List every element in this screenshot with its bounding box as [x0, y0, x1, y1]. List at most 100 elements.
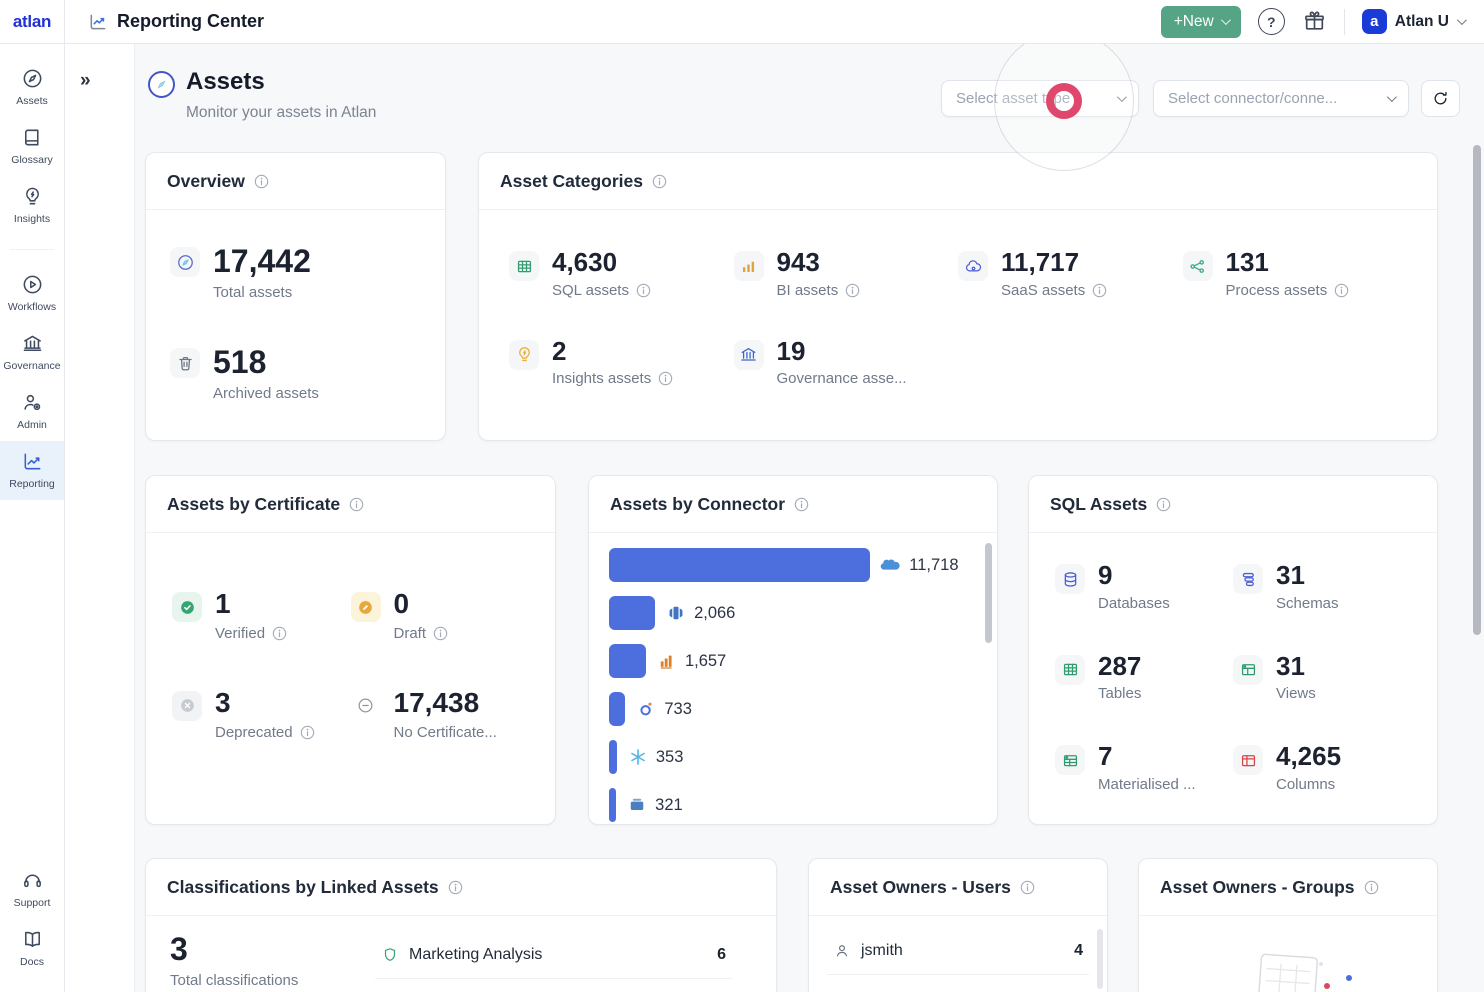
- reporting-chart-icon: [88, 12, 108, 32]
- refresh-button[interactable]: [1421, 80, 1460, 117]
- owner-user-row[interactable]: jsmith 4: [827, 928, 1089, 975]
- sidebar-item-support[interactable]: Support: [0, 860, 64, 919]
- info-icon[interactable]: [433, 626, 448, 641]
- aws-connector-icon: [656, 650, 678, 672]
- gift-icon[interactable]: [1302, 9, 1327, 34]
- info-icon[interactable]: [1156, 497, 1171, 512]
- connector-bar[interactable]: [609, 788, 616, 822]
- sidebar-item-reporting[interactable]: Reporting: [0, 441, 64, 500]
- stat-value: 7: [1098, 742, 1196, 771]
- info-icon[interactable]: [658, 371, 673, 386]
- divider: [1344, 9, 1345, 35]
- info-icon[interactable]: [300, 725, 315, 740]
- classification-row[interactable]: Marketing Analysis 6: [375, 932, 732, 979]
- stat-label: Deprecated: [215, 724, 293, 741]
- connector-placeholder: Select connector/conne...: [1168, 90, 1377, 107]
- secondary-rail: »: [65, 44, 135, 992]
- connector-bar-row[interactable]: 1,657: [609, 644, 977, 678]
- stat-label: Materialised ...: [1098, 776, 1196, 793]
- assets-by-connector-card: Assets by Connector 11,7182,0661,6577333…: [588, 475, 998, 825]
- stat-value: 9: [1098, 561, 1170, 590]
- expand-panel-button[interactable]: »: [80, 70, 89, 92]
- info-icon[interactable]: [254, 174, 269, 189]
- asset-type-placeholder: Select asset type: [956, 90, 1107, 107]
- connector-bar[interactable]: [609, 692, 625, 726]
- help-icon[interactable]: ?: [1258, 8, 1285, 35]
- connector-bar[interactable]: [609, 740, 617, 774]
- info-icon[interactable]: [845, 283, 860, 298]
- owner-user-name: jsmith: [861, 942, 1064, 960]
- bar-chart-icon: [734, 251, 764, 281]
- sidebar-item-insights[interactable]: Insights: [0, 176, 64, 235]
- page-scrollbar[interactable]: [1473, 145, 1481, 635]
- card-title: Assets by Certificate: [167, 494, 340, 515]
- classification-count: 6: [717, 946, 726, 964]
- sidebar-item-docs[interactable]: Docs: [0, 919, 64, 978]
- connector-bar-row[interactable]: 11,718: [609, 548, 977, 582]
- info-icon[interactable]: [1364, 880, 1379, 895]
- stat-value: 0: [394, 589, 449, 620]
- connector-bar[interactable]: [609, 548, 870, 582]
- connector-bar-row[interactable]: 2,066: [609, 596, 977, 630]
- connector-bar-row[interactable]: 321: [609, 788, 977, 822]
- sidebar-item-label: Support: [14, 897, 51, 909]
- sidebar-item-label: Workflows: [8, 301, 56, 313]
- asset-type-select[interactable]: Select asset type: [941, 80, 1139, 117]
- info-icon[interactable]: [1020, 880, 1035, 895]
- table-icon: [1055, 655, 1085, 685]
- info-icon[interactable]: [1334, 283, 1349, 298]
- stat-value: 3: [170, 932, 345, 967]
- stat-saas-assets: 11,717 SaaS assets: [958, 248, 1183, 299]
- info-icon[interactable]: [794, 497, 809, 512]
- sidebar: Assets Glossary Insights Workflows Gover…: [0, 44, 65, 992]
- info-icon[interactable]: [636, 283, 651, 298]
- connector-bar-value: 11,718: [909, 556, 958, 575]
- stat-governance-assets: 19 Governance asse...: [734, 337, 959, 388]
- stat-label: Views: [1276, 685, 1316, 702]
- sql-assets-card: SQL Assets 9 Databases 31 Schemas: [1028, 475, 1438, 825]
- sidebar-item-workflows[interactable]: Workflows: [0, 264, 64, 323]
- info-icon[interactable]: [448, 880, 463, 895]
- schema-icon: [1233, 564, 1263, 594]
- stat-verified: 1 Verified: [172, 589, 351, 642]
- connector-bar-row[interactable]: 353: [609, 740, 977, 774]
- bank-icon: [734, 340, 764, 370]
- chart-scrollbar[interactable]: [985, 543, 992, 643]
- play-circle-icon: [21, 273, 44, 296]
- sidebar-item-assets[interactable]: Assets: [0, 58, 64, 117]
- sidebar-item-label: Admin: [17, 419, 47, 431]
- stat-label: Draft: [394, 625, 427, 642]
- sidebar-item-label: Reporting: [9, 478, 55, 490]
- sidebar-item-admin[interactable]: Admin: [0, 382, 64, 441]
- stat-label: Insights assets: [552, 370, 651, 387]
- info-icon[interactable]: [349, 497, 364, 512]
- user-icon: [833, 942, 851, 960]
- sidebar-item-governance[interactable]: Governance: [0, 323, 64, 382]
- stat-label: BI assets: [777, 282, 839, 299]
- atlan-logo[interactable]: atlan: [13, 12, 51, 32]
- connector-select[interactable]: Select connector/conne...: [1153, 80, 1409, 117]
- verified-badge-icon: [172, 592, 202, 622]
- info-icon[interactable]: [652, 174, 667, 189]
- chevron-down-icon: [1457, 15, 1467, 25]
- draft-badge-icon: [351, 592, 381, 622]
- info-icon[interactable]: [1092, 283, 1107, 298]
- cloud-icon: [958, 251, 988, 281]
- sidebar-item-glossary[interactable]: Glossary: [0, 117, 64, 176]
- app-title: Reporting Center: [117, 11, 264, 32]
- asset-owners-users-card: Asset Owners - Users jsmith 4: [808, 858, 1108, 992]
- new-button[interactable]: +New: [1161, 6, 1241, 38]
- logo-cell: atlan: [0, 0, 65, 44]
- connector-bar[interactable]: [609, 644, 646, 678]
- stat-value: 1: [215, 589, 287, 620]
- classifications-total: 3 Total classifications: [170, 932, 345, 989]
- connector-bar[interactable]: [609, 596, 655, 630]
- stat-materialised-views: 7 Materialised ...: [1055, 742, 1233, 793]
- info-icon[interactable]: [272, 626, 287, 641]
- user-menu[interactable]: a Atlan U: [1362, 9, 1464, 34]
- list-scrollbar[interactable]: [1097, 929, 1103, 989]
- connector-bar-row[interactable]: 733: [609, 692, 977, 726]
- card-title: Asset Owners - Groups: [1160, 877, 1355, 898]
- user-name: Atlan U: [1395, 13, 1449, 31]
- stat-schemas: 31 Schemas: [1233, 561, 1411, 612]
